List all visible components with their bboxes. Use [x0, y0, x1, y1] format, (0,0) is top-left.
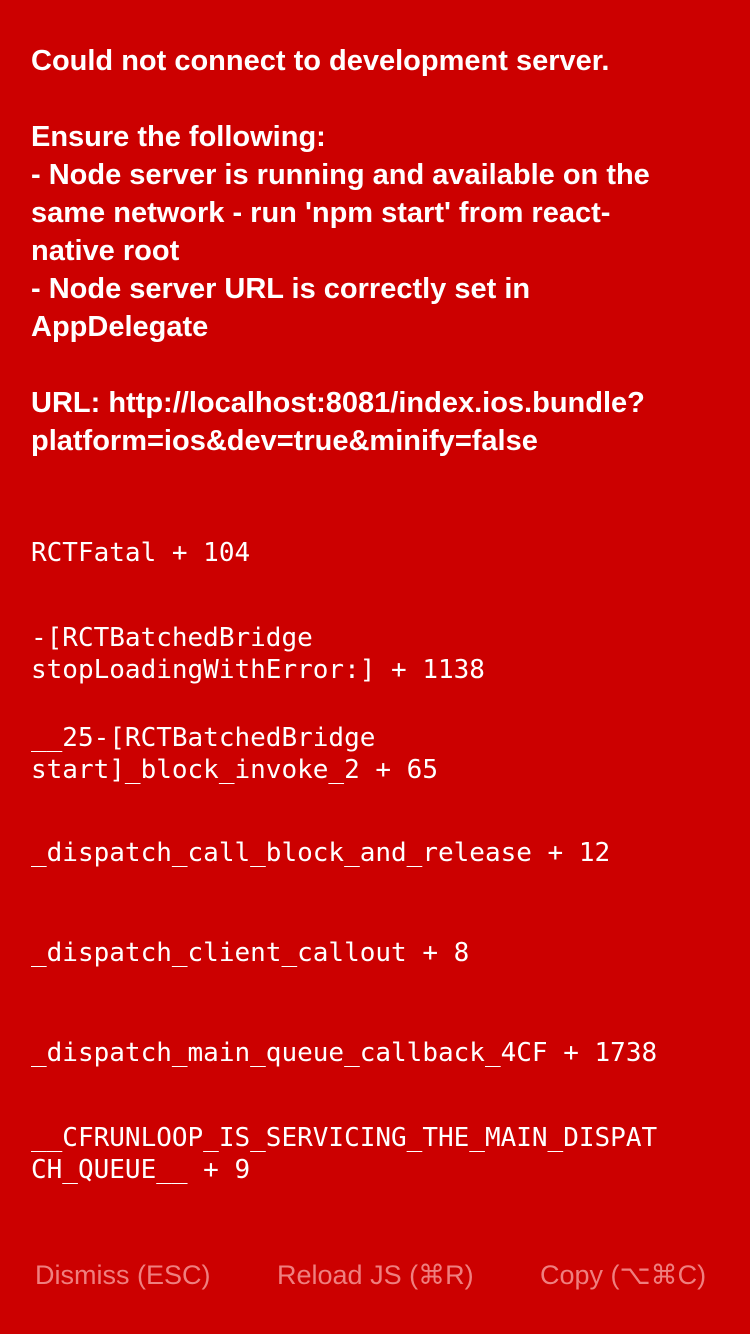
error-message-line: same network - run 'npm start' from reac… — [31, 197, 611, 229]
error-message-line: AppDelegate — [31, 311, 209, 343]
action-bar: Dismiss (ESC) Reload JS (⌘R) Copy (⌥⌘C) — [0, 1250, 750, 1300]
stack-frame[interactable]: RCTFatal + 104 — [31, 537, 721, 569]
stack-frame[interactable]: _dispatch_main_queue_callback_4CF + 1738 — [31, 1037, 721, 1069]
stack-frame-line: start]_block_invoke_2 + 65 — [31, 755, 438, 785]
dismiss-button[interactable]: Dismiss (ESC) — [35, 1250, 211, 1300]
error-message-line: - Node server is running and available o… — [31, 159, 650, 191]
error-message-line: Could not connect to development server. — [31, 45, 610, 77]
stack-frame[interactable]: __CFRUNLOOP_IS_SERVICING_THE_MAIN_DISPAT… — [31, 1122, 721, 1186]
stack-frame[interactable]: __25-[RCTBatchedBridge start]_block_invo… — [31, 722, 721, 786]
stack-frame-line: _dispatch_call_block_and_release + 12 — [31, 838, 611, 868]
error-message-line: platform=ios&dev=true&minify=false — [31, 425, 538, 457]
stack-frame-line: RCTFatal + 104 — [31, 538, 251, 568]
stack-frame[interactable]: _dispatch_call_block_and_release + 12 — [31, 837, 721, 869]
error-message-line: Ensure the following: — [31, 121, 326, 153]
stack-frame-line: _dispatch_main_queue_callback_4CF + 1738 — [31, 1038, 658, 1068]
error-message-spacer — [31, 80, 721, 118]
error-message-spacer — [31, 346, 721, 384]
error-message: Could not connect to development server.… — [31, 42, 721, 460]
stack-frame-line: CH_QUEUE__ + 9 — [31, 1155, 251, 1185]
stack-frame[interactable]: _dispatch_client_callout + 8 — [31, 937, 721, 969]
reload-js-button[interactable]: Reload JS (⌘R) — [277, 1250, 474, 1300]
stack-frame-line: _dispatch_client_callout + 8 — [31, 938, 470, 968]
error-message-line: - Node server URL is correctly set in — [31, 273, 531, 305]
stack-frame-line: __25-[RCTBatchedBridge — [31, 723, 376, 753]
error-message-line: native root — [31, 235, 180, 267]
stack-frame-line: stopLoadingWithError:] + 1138 — [31, 655, 485, 685]
copy-button[interactable]: Copy (⌥⌘C) — [540, 1250, 706, 1300]
stack-frame-line: -[RCTBatchedBridge — [31, 623, 313, 653]
stack-frame[interactable]: -[RCTBatchedBridge stopLoadingWithError:… — [31, 622, 721, 686]
error-message-line: URL: http://localhost:8081/index.ios.bun… — [31, 387, 645, 419]
stack-frame-line: __CFRUNLOOP_IS_SERVICING_THE_MAIN_DISPAT — [31, 1123, 658, 1153]
